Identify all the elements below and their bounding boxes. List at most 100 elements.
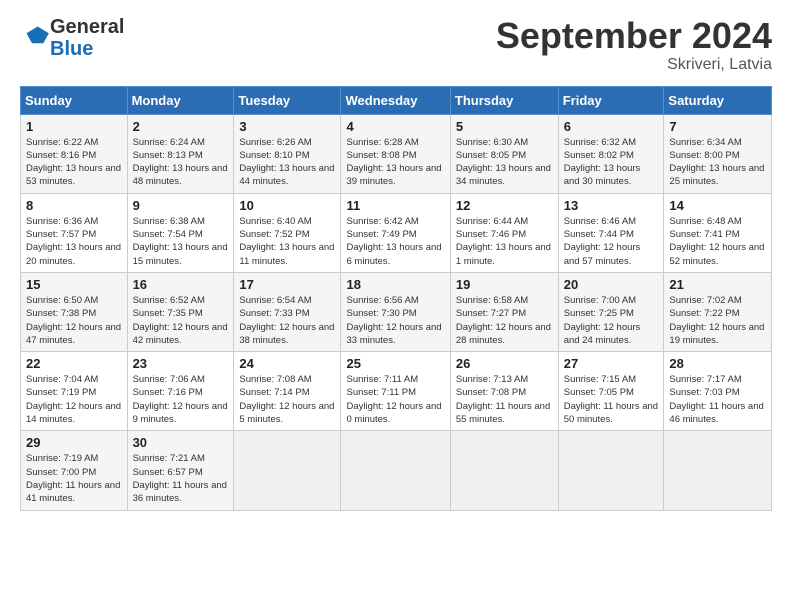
calendar-week-row: 1 Sunrise: 6:22 AMSunset: 8:16 PMDayligh… bbox=[21, 114, 772, 193]
calendar-cell: 21 Sunrise: 7:02 AMSunset: 7:22 PMDaylig… bbox=[664, 272, 772, 351]
calendar-cell: 15 Sunrise: 6:50 AMSunset: 7:38 PMDaylig… bbox=[21, 272, 128, 351]
day-info: Sunrise: 7:04 AMSunset: 7:19 PMDaylight:… bbox=[26, 373, 122, 426]
calendar-week-row: 29 Sunrise: 7:19 AMSunset: 7:00 PMDaylig… bbox=[21, 431, 772, 510]
day-info: Sunrise: 7:00 AMSunset: 7:25 PMDaylight:… bbox=[564, 294, 659, 347]
calendar-cell: 3 Sunrise: 6:26 AMSunset: 8:10 PMDayligh… bbox=[234, 114, 341, 193]
calendar-cell: 22 Sunrise: 7:04 AMSunset: 7:19 PMDaylig… bbox=[21, 352, 128, 431]
calendar-cell: 14 Sunrise: 6:48 AMSunset: 7:41 PMDaylig… bbox=[664, 193, 772, 272]
calendar-cell: 1 Sunrise: 6:22 AMSunset: 8:16 PMDayligh… bbox=[21, 114, 128, 193]
day-info: Sunrise: 7:19 AMSunset: 7:00 PMDaylight:… bbox=[26, 452, 122, 505]
day-number: 26 bbox=[456, 356, 553, 371]
calendar-cell: 2 Sunrise: 6:24 AMSunset: 8:13 PMDayligh… bbox=[127, 114, 234, 193]
day-info: Sunrise: 7:15 AMSunset: 7:05 PMDaylight:… bbox=[564, 373, 659, 426]
day-number: 30 bbox=[133, 435, 229, 450]
day-number: 2 bbox=[133, 119, 229, 134]
weekday-header: Thursday bbox=[450, 86, 558, 114]
day-number: 22 bbox=[26, 356, 122, 371]
day-info: Sunrise: 7:13 AMSunset: 7:08 PMDaylight:… bbox=[456, 373, 553, 426]
day-number: 27 bbox=[564, 356, 659, 371]
weekday-header: Friday bbox=[558, 86, 664, 114]
day-number: 24 bbox=[239, 356, 335, 371]
day-info: Sunrise: 7:08 AMSunset: 7:14 PMDaylight:… bbox=[239, 373, 335, 426]
calendar-cell: 5 Sunrise: 6:30 AMSunset: 8:05 PMDayligh… bbox=[450, 114, 558, 193]
day-info: Sunrise: 6:26 AMSunset: 8:10 PMDaylight:… bbox=[239, 136, 335, 189]
day-number: 25 bbox=[346, 356, 444, 371]
calendar-cell: 12 Sunrise: 6:44 AMSunset: 7:46 PMDaylig… bbox=[450, 193, 558, 272]
calendar-cell: 20 Sunrise: 7:00 AMSunset: 7:25 PMDaylig… bbox=[558, 272, 664, 351]
day-number: 5 bbox=[456, 119, 553, 134]
logo: General Blue bbox=[20, 16, 124, 60]
calendar-cell: 7 Sunrise: 6:34 AMSunset: 8:00 PMDayligh… bbox=[664, 114, 772, 193]
title-area: September 2024 Skriveri, Latvia bbox=[496, 16, 772, 74]
day-number: 15 bbox=[26, 277, 122, 292]
calendar-cell: 30 Sunrise: 7:21 AMSunset: 6:57 PMDaylig… bbox=[127, 431, 234, 510]
calendar-cell: 17 Sunrise: 6:54 AMSunset: 7:33 PMDaylig… bbox=[234, 272, 341, 351]
calendar-cell: 28 Sunrise: 7:17 AMSunset: 7:03 PMDaylig… bbox=[664, 352, 772, 431]
day-number: 4 bbox=[346, 119, 444, 134]
calendar-cell: 23 Sunrise: 7:06 AMSunset: 7:16 PMDaylig… bbox=[127, 352, 234, 431]
calendar-week-row: 22 Sunrise: 7:04 AMSunset: 7:19 PMDaylig… bbox=[21, 352, 772, 431]
calendar-cell: 27 Sunrise: 7:15 AMSunset: 7:05 PMDaylig… bbox=[558, 352, 664, 431]
day-number: 6 bbox=[564, 119, 659, 134]
logo-icon bbox=[22, 22, 50, 50]
day-info: Sunrise: 6:34 AMSunset: 8:00 PMDaylight:… bbox=[669, 136, 766, 189]
page: General Blue September 2024 Skriveri, La… bbox=[0, 0, 792, 521]
day-info: Sunrise: 6:46 AMSunset: 7:44 PMDaylight:… bbox=[564, 215, 659, 268]
day-info: Sunrise: 6:30 AMSunset: 8:05 PMDaylight:… bbox=[456, 136, 553, 189]
day-info: Sunrise: 6:58 AMSunset: 7:27 PMDaylight:… bbox=[456, 294, 553, 347]
weekday-header: Sunday bbox=[21, 86, 128, 114]
day-info: Sunrise: 6:52 AMSunset: 7:35 PMDaylight:… bbox=[133, 294, 229, 347]
day-info: Sunrise: 7:11 AMSunset: 7:11 PMDaylight:… bbox=[346, 373, 444, 426]
weekday-header: Saturday bbox=[664, 86, 772, 114]
day-number: 3 bbox=[239, 119, 335, 134]
calendar-cell: 29 Sunrise: 7:19 AMSunset: 7:00 PMDaylig… bbox=[21, 431, 128, 510]
day-info: Sunrise: 7:17 AMSunset: 7:03 PMDaylight:… bbox=[669, 373, 766, 426]
day-info: Sunrise: 6:42 AMSunset: 7:49 PMDaylight:… bbox=[346, 215, 444, 268]
calendar-cell bbox=[558, 431, 664, 510]
calendar-cell: 19 Sunrise: 6:58 AMSunset: 7:27 PMDaylig… bbox=[450, 272, 558, 351]
day-number: 28 bbox=[669, 356, 766, 371]
day-info: Sunrise: 6:40 AMSunset: 7:52 PMDaylight:… bbox=[239, 215, 335, 268]
day-info: Sunrise: 6:28 AMSunset: 8:08 PMDaylight:… bbox=[346, 136, 444, 189]
day-number: 20 bbox=[564, 277, 659, 292]
day-number: 12 bbox=[456, 198, 553, 213]
calendar-cell: 26 Sunrise: 7:13 AMSunset: 7:08 PMDaylig… bbox=[450, 352, 558, 431]
day-info: Sunrise: 6:24 AMSunset: 8:13 PMDaylight:… bbox=[133, 136, 229, 189]
calendar-cell bbox=[664, 431, 772, 510]
day-number: 17 bbox=[239, 277, 335, 292]
calendar-cell: 24 Sunrise: 7:08 AMSunset: 7:14 PMDaylig… bbox=[234, 352, 341, 431]
calendar-cell bbox=[234, 431, 341, 510]
month-title: September 2024 bbox=[496, 16, 772, 56]
day-info: Sunrise: 6:50 AMSunset: 7:38 PMDaylight:… bbox=[26, 294, 122, 347]
header: General Blue September 2024 Skriveri, La… bbox=[20, 16, 772, 74]
day-info: Sunrise: 7:02 AMSunset: 7:22 PMDaylight:… bbox=[669, 294, 766, 347]
day-number: 8 bbox=[26, 198, 122, 213]
weekday-header-row: SundayMondayTuesdayWednesdayThursdayFrid… bbox=[21, 86, 772, 114]
day-info: Sunrise: 6:36 AMSunset: 7:57 PMDaylight:… bbox=[26, 215, 122, 268]
day-number: 9 bbox=[133, 198, 229, 213]
calendar-cell: 25 Sunrise: 7:11 AMSunset: 7:11 PMDaylig… bbox=[341, 352, 450, 431]
weekday-header: Wednesday bbox=[341, 86, 450, 114]
day-info: Sunrise: 6:44 AMSunset: 7:46 PMDaylight:… bbox=[456, 215, 553, 268]
day-number: 19 bbox=[456, 277, 553, 292]
day-number: 1 bbox=[26, 119, 122, 134]
day-number: 14 bbox=[669, 198, 766, 213]
calendar-cell: 10 Sunrise: 6:40 AMSunset: 7:52 PMDaylig… bbox=[234, 193, 341, 272]
calendar-cell bbox=[341, 431, 450, 510]
calendar-cell: 13 Sunrise: 6:46 AMSunset: 7:44 PMDaylig… bbox=[558, 193, 664, 272]
day-info: Sunrise: 6:54 AMSunset: 7:33 PMDaylight:… bbox=[239, 294, 335, 347]
calendar-cell bbox=[450, 431, 558, 510]
location: Skriveri, Latvia bbox=[496, 56, 772, 74]
weekday-header: Tuesday bbox=[234, 86, 341, 114]
day-number: 18 bbox=[346, 277, 444, 292]
calendar-cell: 11 Sunrise: 6:42 AMSunset: 7:49 PMDaylig… bbox=[341, 193, 450, 272]
day-number: 13 bbox=[564, 198, 659, 213]
calendar-body: 1 Sunrise: 6:22 AMSunset: 8:16 PMDayligh… bbox=[21, 114, 772, 510]
calendar-cell: 18 Sunrise: 6:56 AMSunset: 7:30 PMDaylig… bbox=[341, 272, 450, 351]
day-number: 21 bbox=[669, 277, 766, 292]
day-number: 10 bbox=[239, 198, 335, 213]
day-number: 7 bbox=[669, 119, 766, 134]
calendar-cell: 16 Sunrise: 6:52 AMSunset: 7:35 PMDaylig… bbox=[127, 272, 234, 351]
calendar-cell: 9 Sunrise: 6:38 AMSunset: 7:54 PMDayligh… bbox=[127, 193, 234, 272]
day-info: Sunrise: 7:21 AMSunset: 6:57 PMDaylight:… bbox=[133, 452, 229, 505]
